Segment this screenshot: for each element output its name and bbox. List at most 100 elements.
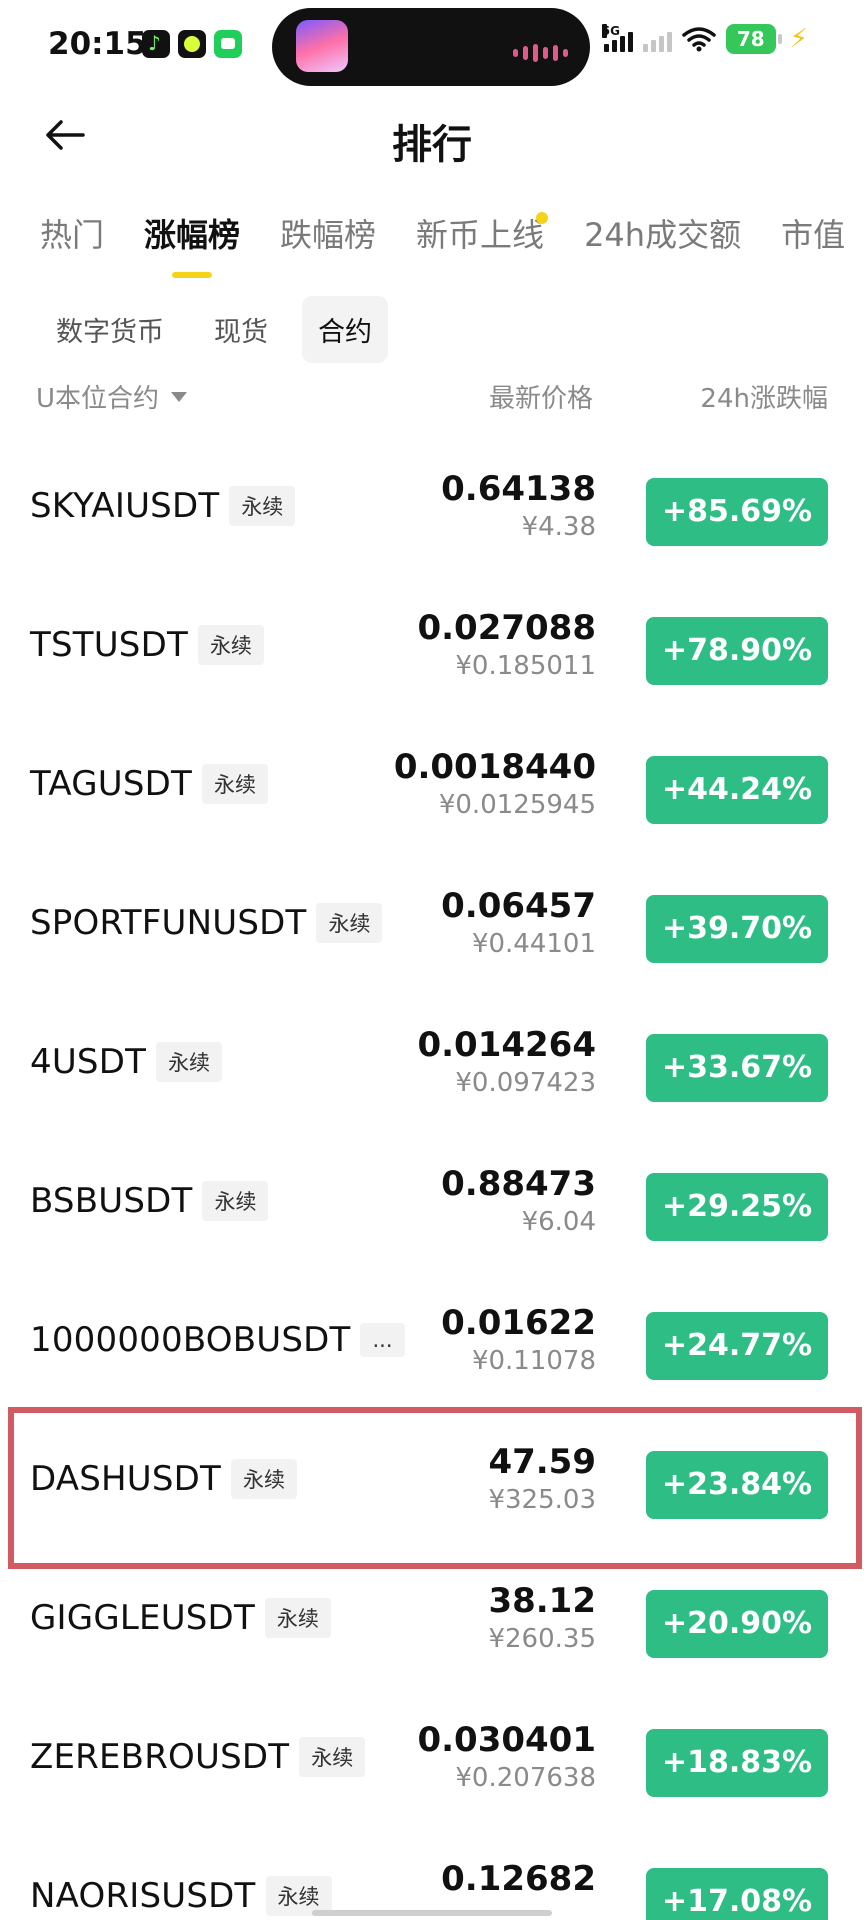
contract-tag: 永续 [197,625,264,665]
cellular-signal-icon: 5G [601,24,633,52]
cny-price: ¥0.207638 [455,1763,596,1793]
symbol: ZEREBROUSDT [30,1737,290,1777]
change-badge[interactable]: +23.84% [646,1451,828,1519]
list-item[interactable]: SKYAIUSDT 永续 0.64138 ¥4.38 +85.69% [0,440,864,579]
last-price: 0.06457 [441,886,596,926]
list-item[interactable]: ZEREBROUSDT 永续 0.030401 ¥0.207638 +18.83% [0,1691,864,1830]
contract-tag: 永续 [229,486,296,526]
cny-price: ¥260.35 [488,1624,596,1654]
music-app-icon [142,30,170,58]
list-item[interactable]: GIGGLEUSDT 永续 38.12 ¥260.35 +20.90% [0,1552,864,1691]
last-price: 0.12682 [441,1859,596,1899]
change-badge[interactable]: +39.70% [646,895,828,963]
last-price: 0.01622 [441,1303,596,1343]
list-item[interactable]: TAGUSDT 永续 0.0018440 ¥0.0125945 +44.24% [0,718,864,857]
contract-tag: 永续 [202,1181,269,1221]
contract-tag: ... [360,1323,405,1357]
list-item[interactable]: 1000000BOBUSDT... 0.01622 ¥0.11078 +24.77… [0,1274,864,1413]
contract-type-dropdown[interactable]: U本位合约 [36,378,188,415]
change-badge[interactable]: +78.90% [646,617,828,685]
contract-tag: 永续 [231,1459,298,1499]
tab-new-listings-label: 新币上线 [416,216,545,254]
symbol: SKYAIUSDT [30,486,220,526]
change-badge[interactable]: +17.08% [646,1868,828,1920]
change-badge[interactable]: +18.83% [646,1729,828,1797]
list-item[interactable]: NAORISUSDT 永续 0.12682 +17.08% [0,1830,864,1920]
subtab-spot[interactable]: 现货 [198,296,284,363]
symbol: NAORISUSDT [30,1876,256,1916]
tab-gainers[interactable]: 涨幅榜 [144,210,240,278]
subtab-crypto[interactable]: 数字货币 [40,296,180,363]
symbol: GIGGLEUSDT [30,1598,255,1638]
market-type-tabs: 数字货币 现货 合约 [40,296,388,363]
change-badge[interactable]: +29.25% [646,1173,828,1241]
cny-price: ¥0.0125945 [438,790,596,820]
tab-new-listings[interactable]: 新币上线 [416,210,549,278]
battery-indicator: 78 [725,24,782,54]
status-indicators: 5G 78 ⚡ [601,24,808,54]
symbol: TSTUSDT [30,625,188,665]
contract-tag: 永续 [264,1598,331,1638]
list-item[interactable]: TSTUSDT 永续 0.027088 ¥0.185011 +78.90% [0,579,864,718]
symbol: DASHUSDT [30,1459,222,1499]
last-price: 0.027088 [417,608,596,648]
tab-24h-volume[interactable]: 24h成交额 [584,210,741,278]
cny-price: ¥4.38 [521,512,596,542]
change-badge[interactable]: +33.67% [646,1034,828,1102]
symbol: 4USDT [30,1042,147,1082]
change-column-header[interactable]: 24h涨跌幅 [700,378,828,415]
cny-price: ¥0.11078 [471,1346,596,1376]
album-art-icon [296,20,348,72]
contract-tag: 永续 [156,1042,223,1082]
change-badge[interactable]: +44.24% [646,756,828,824]
price-column-header[interactable]: 最新价格 [489,378,593,415]
last-price: 0.88473 [441,1164,596,1204]
list-item-highlighted[interactable]: DASHUSDT 永续 47.59 ¥325.03 +23.84% [0,1407,864,1569]
ranking-tabs: 热门 涨幅榜 跌幅榜 新币上线 24h成交额 市值 [40,210,864,278]
last-price: 47.59 [488,1442,596,1482]
symbol: 1000000BOBUSDT [30,1320,351,1360]
new-indicator-dot [536,212,549,224]
contract-tag: 永续 [299,1737,366,1777]
list-item[interactable]: SPORTFUNUSDT 永续 0.06457 ¥0.44101 +39.70% [0,857,864,996]
last-price: 0.64138 [441,469,596,509]
cny-price: ¥0.185011 [455,651,596,681]
status-bar: 20:15 5G 78 ⚡ [0,0,864,96]
caret-down-icon [171,391,188,402]
notification-icons [142,30,242,58]
app-notification-icon [178,30,206,58]
dynamic-island[interactable] [272,8,590,86]
ranking-list: SKYAIUSDT 永续 0.64138 ¥4.38 +85.69% TSTUSDT… [0,440,864,1920]
column-header: U本位合约 最新价格 24h涨跌幅 [36,378,828,418]
change-badge[interactable]: +85.69% [646,478,828,546]
symbol: BSBUSDT [30,1181,193,1221]
contract-type-label: U本位合约 [36,384,160,414]
symbol: SPORTFUNUSDT [30,903,307,943]
last-price: 38.12 [488,1581,596,1621]
tab-market-cap[interactable]: 市值 [781,210,845,278]
cny-price: ¥0.097423 [455,1068,596,1098]
last-price: 0.0018440 [393,747,596,787]
contract-tag: 永续 [201,764,268,804]
tab-hot[interactable]: 热门 [40,210,104,278]
last-price: 0.030401 [417,1720,596,1760]
cny-price: ¥0.44101 [471,929,596,959]
network-type: 5G [601,24,620,38]
change-badge[interactable]: +20.90% [646,1590,828,1658]
wifi-icon [681,27,716,52]
audio-wave-icon [513,44,568,62]
last-price: 0.014264 [417,1025,596,1065]
tab-losers[interactable]: 跌幅榜 [280,210,376,278]
page-title: 排行 [392,122,472,168]
list-item[interactable]: BSBUSDT 永续 0.88473 ¥6.04 +29.25% [0,1135,864,1274]
subtab-futures[interactable]: 合约 [302,296,388,363]
symbol: TAGUSDT [30,764,192,804]
message-app-icon [214,30,242,58]
list-item[interactable]: 4USDT 永续 0.014264 ¥0.097423 +33.67% [0,996,864,1135]
status-time: 20:15 [48,26,147,62]
cellular-signal-2-icon [642,26,672,52]
cny-price: ¥325.03 [488,1485,596,1515]
cny-price: ¥6.04 [521,1207,596,1237]
home-indicator[interactable] [312,1910,552,1916]
change-badge[interactable]: +24.77% [646,1312,828,1380]
